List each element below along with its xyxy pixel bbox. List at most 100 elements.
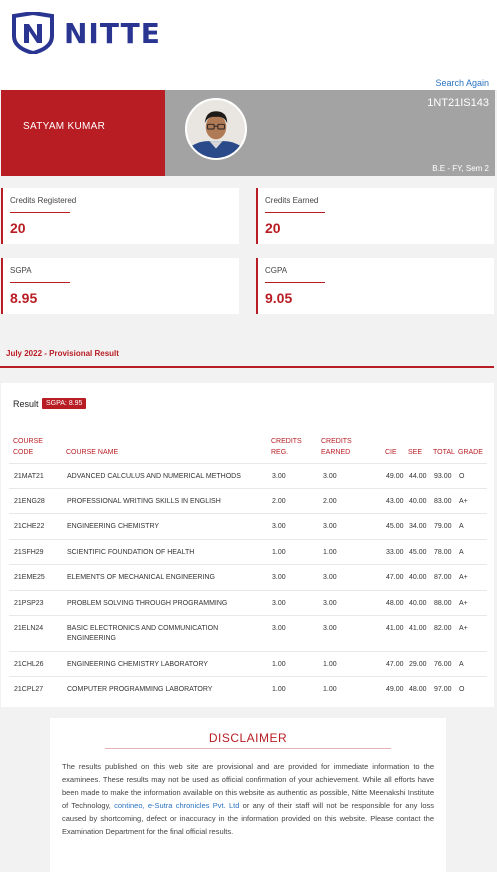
student-photo [187, 100, 245, 158]
avatar [185, 98, 247, 160]
col-header-earned-line1: CREDITS [321, 438, 352, 445]
see-marks: 44.00 [409, 473, 427, 480]
student-program: B.E - FY, Sem 2 [432, 164, 489, 173]
cie-marks: 48.00 [386, 600, 404, 607]
course-name: PROFESSIONAL WRITING SKILLS IN ENGLISH [67, 498, 221, 505]
col-header-see: SEE [408, 449, 423, 456]
course-name: ENGINEERING CHEMISTRY [67, 523, 160, 530]
credits-registered: 3.00 [272, 600, 286, 607]
contineo-link[interactable]: contineo, e-Sutra chronicles Pvt. Ltd [114, 801, 239, 810]
credits-earned: 3.00 [323, 574, 337, 581]
credits-registered: 3.00 [272, 523, 286, 530]
col-header-reg-line1: CREDITS [271, 438, 302, 445]
credits-earned: 1.00 [323, 661, 337, 668]
see-marks: 40.00 [409, 600, 427, 607]
course-code: 21SFH29 [14, 549, 44, 556]
search-again-link[interactable]: Search Again [435, 78, 489, 88]
course-code: 21ELN24 [14, 625, 44, 632]
brand-name: NITTE [64, 16, 161, 50]
grade: A [459, 661, 464, 668]
cie-marks: 47.00 [386, 574, 404, 581]
credits-earned-value: 20 [265, 220, 281, 236]
col-header-earned-line2: EARNED [321, 449, 351, 456]
cie-marks: 33.00 [386, 549, 404, 556]
course-name: BASIC ELECTRONICS AND COMMUNICATION ENGI… [67, 625, 219, 642]
disclaimer-title: DISCLAIMER [208, 731, 288, 745]
result-label: Result [13, 399, 39, 409]
credits-registered: 1.00 [272, 661, 286, 668]
see-marks: 48.00 [409, 686, 427, 693]
grade: A+ [459, 498, 468, 505]
credits-registered-label: Credits Registered [10, 196, 77, 205]
result-section-title: July 2022 - Provisional Result [6, 349, 119, 358]
course-name: PROBLEM SOLVING THROUGH PROGRAMMING [67, 600, 228, 607]
credits-earned-label: Credits Earned [265, 196, 319, 205]
nitte-logo[interactable]: NITTE [10, 12, 161, 54]
table-row: 21EME25 ELEMENTS OF MECHANICAL ENGINEERIN… [9, 564, 487, 590]
credits-registered: 3.00 [272, 574, 286, 581]
total-marks: 97.00 [434, 686, 452, 693]
credits-earned: 3.00 [323, 625, 337, 632]
col-header-credits-reg: CREDITS REG. [271, 436, 302, 458]
table-row: 21CHL26 ENGINEERING CHEMISTRY LABORATORY 1… [9, 651, 487, 676]
course-name: SCIENTIFIC FOUNDATION OF HEALTH [67, 549, 195, 556]
col-header-code: COURSE CODE [13, 436, 43, 458]
course-name: COMPUTER PROGRAMMING LABORATORY [67, 686, 213, 693]
disclaimer-divider [105, 748, 391, 749]
result-panel: Result SGPA: 8.95 COURSE CODE COURSE NAM… [1, 383, 494, 707]
credits-registered-card: Credits Registered 20 [1, 188, 239, 244]
student-name: SATYAM KUMAR [23, 121, 106, 132]
student-usn: 1NT21IS143 [427, 97, 489, 109]
divider [265, 282, 325, 283]
col-header-grade: GRADE [458, 449, 483, 456]
table-row: 21CPL27 COMPUTER PROGRAMMING LABORATORY 1.… [9, 676, 487, 701]
see-marks: 29.00 [409, 661, 427, 668]
grade: A+ [459, 574, 468, 581]
col-header-code-line2: CODE [13, 449, 34, 456]
see-marks: 40.00 [409, 574, 427, 581]
credits-registered: 1.00 [272, 686, 286, 693]
total-marks: 76.00 [434, 661, 452, 668]
grade: O [459, 473, 465, 480]
cie-marks: 45.00 [386, 523, 404, 530]
table-row: 21MAT21 ADVANCED CALCULUS AND NUMERICAL M… [9, 463, 487, 488]
grade: A+ [459, 600, 468, 607]
grade: A [459, 523, 464, 530]
table-row: 21PSP23 PROBLEM SOLVING THROUGH PROGRAMMI… [9, 590, 487, 615]
course-name: ADVANCED CALCULUS AND NUMERICAL METHODS [67, 473, 241, 480]
col-header-cie: CIE [385, 449, 397, 456]
course-code: 21ENG28 [14, 498, 45, 505]
cgpa-value: 9.05 [265, 290, 293, 306]
grade: A [459, 549, 464, 556]
credits-earned: 3.00 [323, 523, 337, 530]
sgpa-card: SGPA 8.95 [1, 258, 239, 314]
see-marks: 40.00 [409, 498, 427, 505]
sgpa-badge: SGPA: 8.95 [42, 398, 87, 409]
divider [10, 212, 70, 213]
credits-registered-value: 20 [10, 220, 26, 236]
grade: O [459, 686, 465, 693]
section-divider [0, 366, 494, 368]
disclaimer-panel: DISCLAIMER The results published on this… [50, 718, 446, 872]
credits-earned-card: Credits Earned 20 [256, 188, 494, 244]
table-row: 21SFH29 SCIENTIFIC FOUNDATION OF HEALTH 1.… [9, 539, 487, 564]
disclaimer-text: The results published on this web site a… [62, 760, 434, 838]
course-code: 21MAT21 [14, 473, 44, 480]
total-marks: 88.00 [434, 600, 452, 607]
total-marks: 79.00 [434, 523, 452, 530]
course-code: 21CPL27 [14, 686, 44, 693]
student-profile-banner: SATYAM KUMAR 1NT21IS143 B.E - FY, Sem 2 [1, 90, 495, 176]
grade: A+ [459, 625, 468, 632]
cgpa-label: CGPA [265, 266, 288, 275]
see-marks: 45.00 [409, 549, 427, 556]
credits-registered: 3.00 [272, 625, 286, 632]
credits-registered: 1.00 [272, 549, 286, 556]
credits-earned: 3.00 [323, 600, 337, 607]
credits-earned: 1.00 [323, 549, 337, 556]
col-header-name: COURSE NAME [66, 449, 119, 456]
course-code: 21PSP23 [14, 600, 44, 607]
course-name: ELEMENTS OF MECHANICAL ENGINEERING [67, 574, 215, 581]
profile-red-panel: SATYAM KUMAR [1, 90, 165, 176]
sgpa-label: SGPA [10, 266, 32, 275]
col-header-total: TOTAL [433, 449, 455, 456]
